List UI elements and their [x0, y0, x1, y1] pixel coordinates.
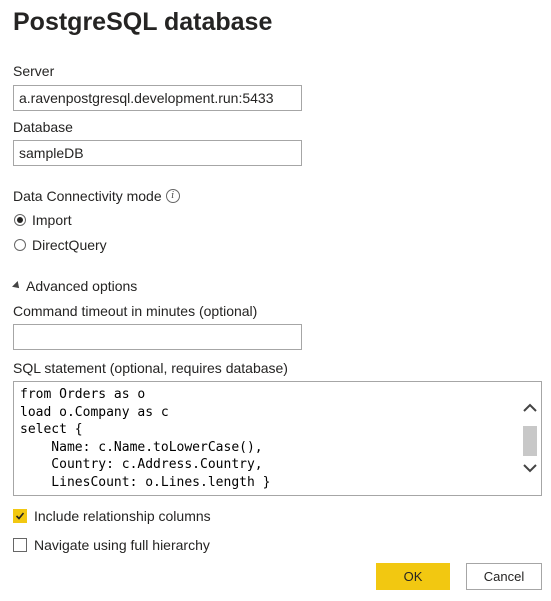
- radio-import-indicator[interactable]: [14, 214, 26, 226]
- cancel-button[interactable]: Cancel: [466, 563, 542, 590]
- full-hierarchy-label: Navigate using full hierarchy: [34, 537, 210, 553]
- checkbox-checked-indicator[interactable]: [13, 509, 27, 523]
- advanced-options-toggle[interactable]: Advanced options: [12, 278, 138, 294]
- radio-directquery[interactable]: DirectQuery: [14, 237, 107, 253]
- include-relationships-checkbox[interactable]: Include relationship columns: [13, 508, 211, 524]
- connectivity-label: Data Connectivity mode i: [13, 188, 180, 204]
- sql-label: SQL statement (optional, requires databa…: [13, 360, 288, 376]
- advanced-options-label: Advanced options: [26, 278, 138, 294]
- sql-textarea[interactable]: from Orders as o load o.Company as c sel…: [13, 381, 542, 496]
- radio-directquery-label: DirectQuery: [32, 237, 107, 253]
- connectivity-label-text: Data Connectivity mode: [13, 188, 162, 204]
- caret-down-icon: [12, 281, 22, 291]
- database-input[interactable]: [13, 140, 302, 166]
- scroll-down-icon[interactable]: [522, 460, 538, 476]
- full-hierarchy-checkbox[interactable]: Navigate using full hierarchy: [13, 537, 210, 553]
- radio-import[interactable]: Import: [14, 212, 72, 228]
- checkbox-unchecked-indicator[interactable]: [13, 538, 27, 552]
- sql-scrollbar[interactable]: [519, 382, 541, 495]
- scroll-thumb[interactable]: [523, 426, 537, 456]
- info-icon[interactable]: i: [165, 189, 180, 204]
- server-input[interactable]: [13, 85, 302, 111]
- include-relationships-label: Include relationship columns: [34, 508, 211, 524]
- sql-text[interactable]: from Orders as o load o.Company as c sel…: [20, 386, 270, 492]
- radio-directquery-indicator[interactable]: [14, 239, 26, 251]
- scroll-up-icon[interactable]: [522, 400, 538, 416]
- database-label: Database: [13, 119, 73, 135]
- ok-button[interactable]: OK: [376, 563, 450, 590]
- server-label: Server: [13, 63, 55, 79]
- radio-import-label: Import: [32, 212, 72, 228]
- timeout-label: Command timeout in minutes (optional): [13, 303, 258, 319]
- checkmark-icon: [15, 512, 25, 520]
- dialog-title: PostgreSQL database: [13, 8, 273, 36]
- timeout-input[interactable]: [13, 324, 302, 350]
